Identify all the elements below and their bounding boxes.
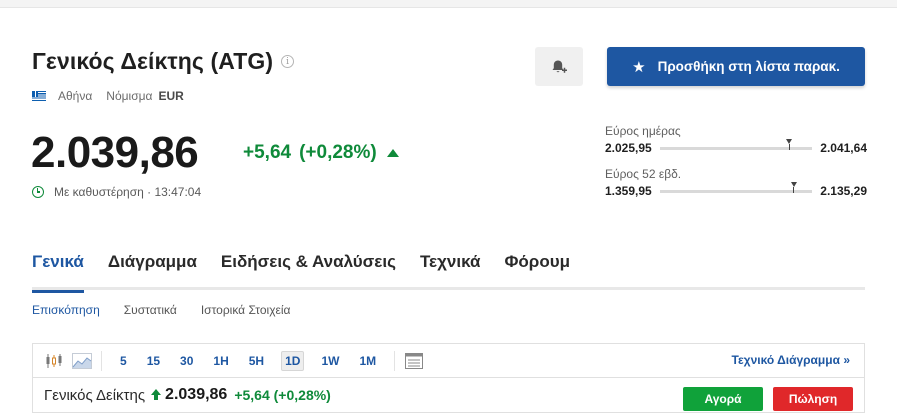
- period-30[interactable]: 30: [177, 352, 196, 370]
- area-chart-icon[interactable]: [71, 350, 93, 372]
- currency-value: EUR: [158, 89, 184, 103]
- change-percent: (+0,28%): [299, 142, 377, 163]
- period-1d[interactable]: 1D: [281, 350, 305, 371]
- day-range-low: 2.025,95: [605, 141, 652, 155]
- quote-bar-price: 2.039,86: [165, 386, 228, 403]
- day-range: Εύρος ημέρας 2.025,95 2.041,64: [605, 124, 867, 155]
- add-to-watchlist-label: Προσθήκη στη λίστα παρακ.: [657, 59, 840, 74]
- tab-technical[interactable]: Τεχνικά: [420, 248, 481, 290]
- info-icon[interactable]: i: [281, 55, 295, 68]
- quote-bar: Γενικός Δείκτης 2.039,86 +5,64 (+0,28%) …: [32, 377, 865, 413]
- candlestick-chart-icon[interactable]: [43, 350, 65, 372]
- week52-range-marker: [790, 181, 797, 193]
- price-change: +5,64 (+0,28%): [243, 142, 399, 164]
- greece-flag-icon: [32, 91, 46, 101]
- subtab-overview[interactable]: Επισκόπηση: [32, 303, 100, 317]
- currency-label: Νόμισμα: [106, 89, 153, 103]
- add-to-watchlist-button[interactable]: ★ Προσθήκη στη λίστα παρακ.: [607, 47, 865, 86]
- period-1w[interactable]: 1W: [318, 352, 342, 370]
- delay-text: Με καθυστέρηση · 13:47:04: [54, 185, 202, 199]
- quote-bar-name: Γενικός Δείκτης: [44, 386, 146, 404]
- up-arrow-icon: [151, 389, 162, 401]
- buy-button[interactable]: Αγορά: [683, 387, 763, 411]
- toolbar-divider: [394, 350, 396, 371]
- quote-bar-change: +5,64 (+0,28%): [234, 387, 331, 403]
- instrument-header: Γενικός Δείκτης (ATG) i: [32, 48, 295, 75]
- sub-tabs: Επισκόπηση Συστατικά Ιστορικά Στοιχεία: [32, 303, 314, 317]
- period-5[interactable]: 5: [117, 352, 130, 370]
- bell-plus-icon: [552, 60, 567, 73]
- toolbar-divider: [101, 350, 102, 371]
- tab-general[interactable]: Γενικά: [32, 248, 84, 293]
- main-tabs: Γενικά Διάγραμμα Ειδήσεις & Αναλύσεις Τε…: [32, 248, 865, 293]
- delay-status: Με καθυστέρηση · 13:47:04: [32, 185, 201, 199]
- top-strip: [0, 0, 897, 8]
- chart-toolbar: 5 15 30 1H 5H 1D 1W 1M Τεχνικό Διάγραμμα…: [32, 343, 865, 377]
- create-alert-button[interactable]: [535, 47, 583, 86]
- period-1m[interactable]: 1M: [356, 352, 379, 370]
- period-1h[interactable]: 1H: [210, 352, 231, 370]
- day-range-high: 2.041,64: [820, 141, 867, 155]
- day-range-label: Εύρος ημέρας: [605, 124, 681, 138]
- instrument-meta: Αθήνα Νόμισμα EUR: [32, 89, 184, 103]
- subtab-components[interactable]: Συστατικά: [124, 303, 177, 317]
- day-range-marker: [786, 138, 793, 150]
- subtab-historical-data[interactable]: Ιστορικά Στοιχεία: [201, 303, 291, 317]
- clock-icon: [32, 186, 44, 198]
- week52-range-label: Εύρος 52 εβδ.: [605, 167, 682, 181]
- exchange-name: Αθήνα: [58, 89, 93, 103]
- up-arrow-icon: [386, 149, 399, 157]
- week52-range: Εύρος 52 εβδ. 1.359,95 2.135,29: [605, 167, 867, 198]
- change-value: +5,64: [243, 142, 292, 163]
- week52-range-bar: [659, 181, 813, 193]
- sell-button[interactable]: Πώληση: [773, 387, 853, 411]
- last-price: 2.039,86: [31, 128, 199, 177]
- week52-range-high: 2.135,29: [820, 184, 867, 198]
- tab-forum[interactable]: Φόρουμ: [504, 248, 570, 290]
- period-5h[interactable]: 5H: [246, 352, 267, 370]
- tab-chart[interactable]: Διάγραμμα: [108, 248, 197, 290]
- instrument-title: Γενικός Δείκτης (ATG): [32, 48, 274, 74]
- star-icon: ★: [632, 58, 646, 76]
- period-15[interactable]: 15: [144, 352, 163, 370]
- technical-chart-link[interactable]: Τεχνικό Διάγραμμα »: [732, 353, 850, 367]
- table-view-icon[interactable]: [403, 350, 425, 372]
- day-range-bar: [659, 138, 813, 150]
- tab-news-analysis[interactable]: Ειδήσεις & Αναλύσεις: [221, 248, 396, 290]
- week52-range-low: 1.359,95: [605, 184, 652, 198]
